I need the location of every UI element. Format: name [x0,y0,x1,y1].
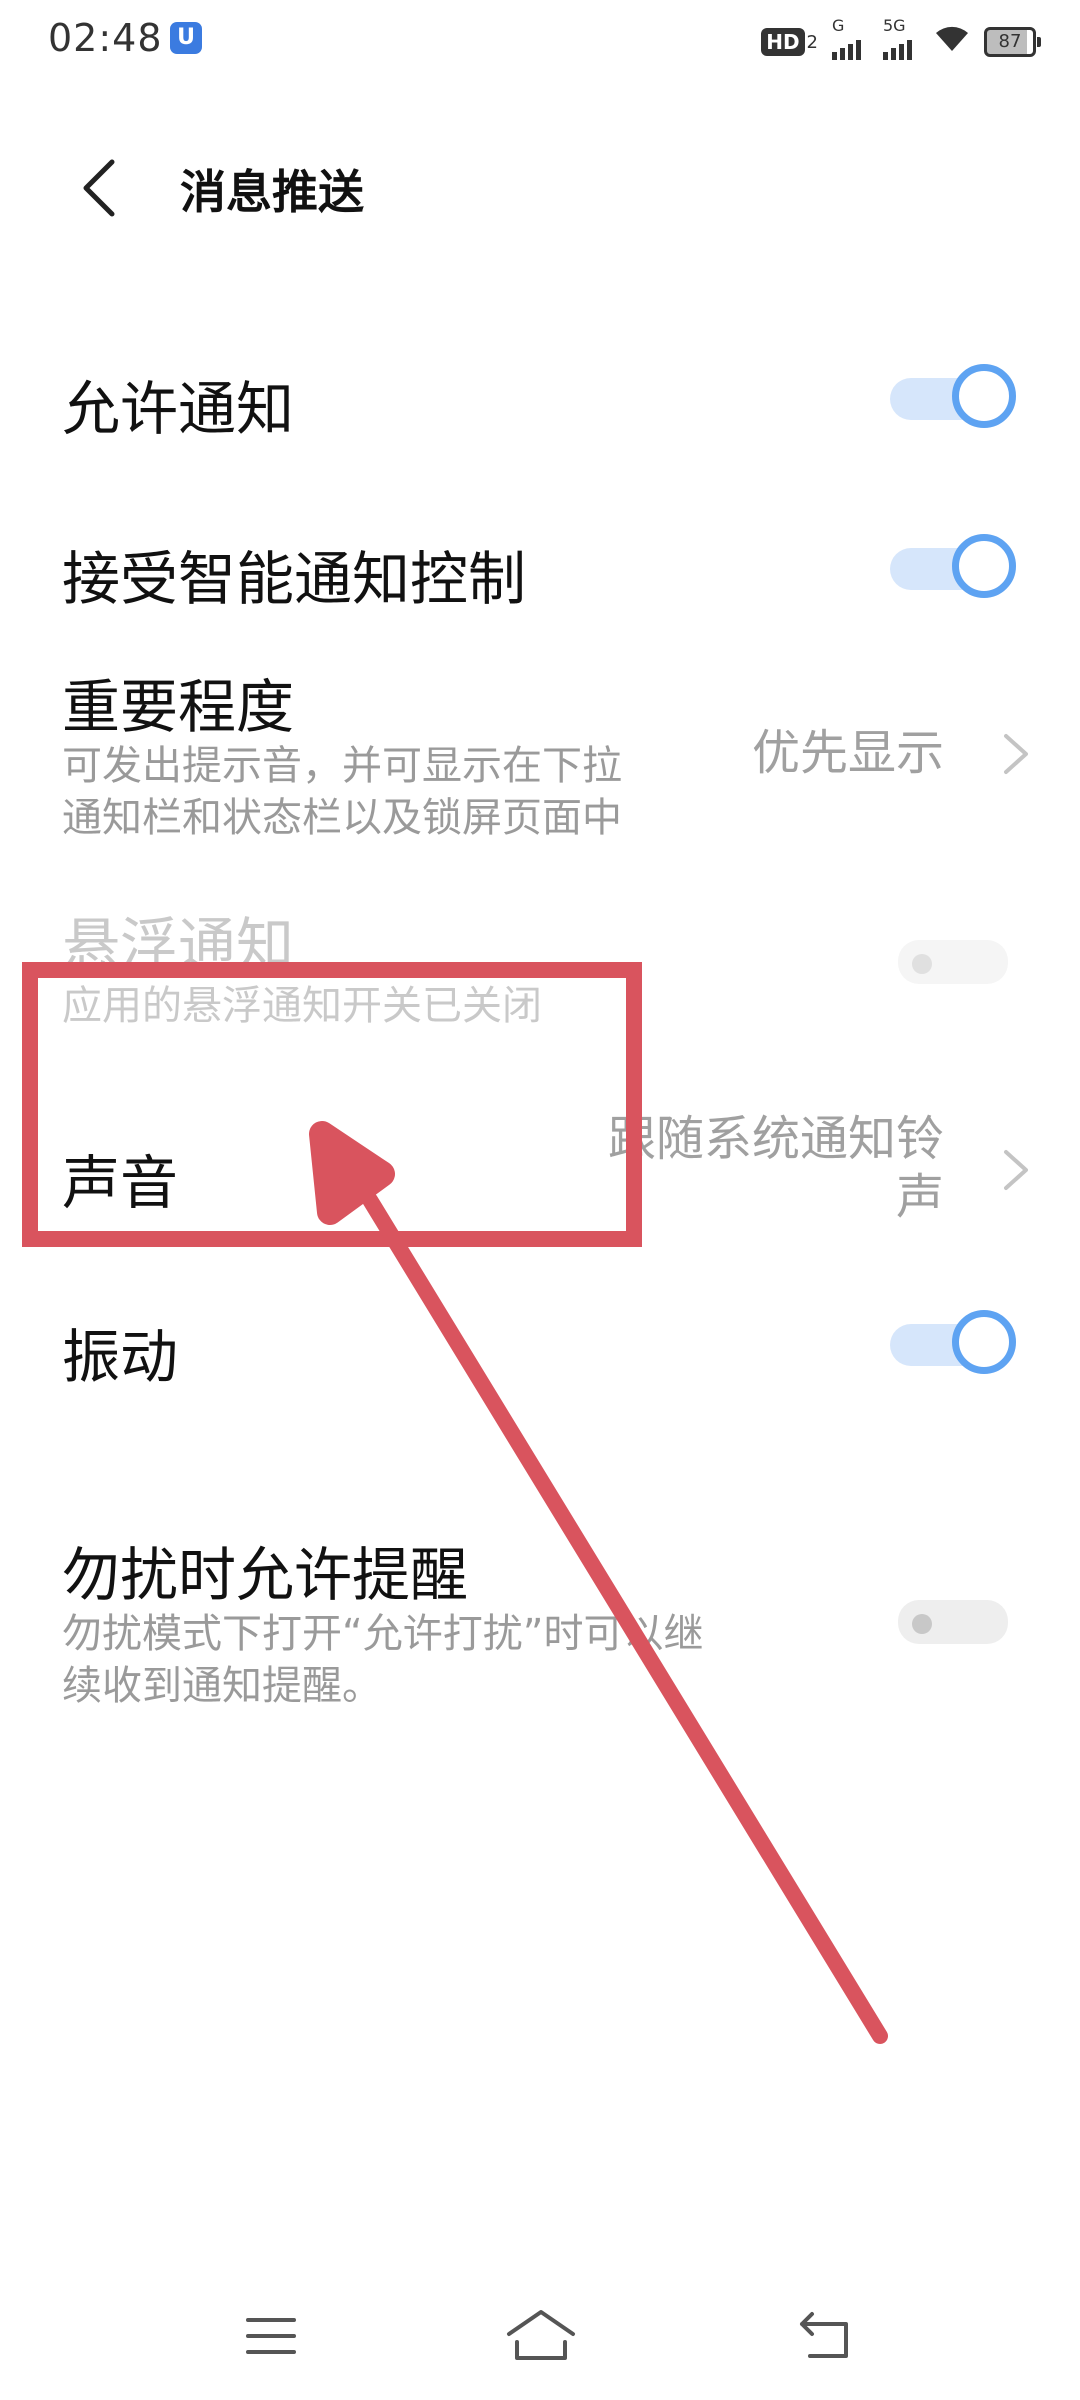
row-title: 重要程度 [62,673,295,741]
status-bar: 02:48 U HD 2 G 5G 87 [0,0,1080,84]
chevron-right-icon [998,1148,1034,1190]
status-icons: HD 2 G 5G 87 [761,16,1041,64]
home-icon[interactable] [503,2300,575,2370]
importance-value: 优先显示 [751,725,944,781]
sound-value: 跟随系统通知铃 声 [608,1110,944,1226]
wifi-icon [934,23,970,61]
battery-icon: 87 [984,27,1041,57]
menu-icon[interactable] [236,2300,306,2370]
signal-icon-2: 5G [883,16,920,60]
signal-type-label: 5G [883,16,906,35]
row-title: 勿扰时允许提醒 [62,1541,469,1609]
navigation-bar [0,2270,1080,2400]
back-arrow-icon[interactable] [78,158,122,217]
desc-line: 勿扰模式下打开“允许打扰”时可以继 [62,1611,704,1657]
vibration-toggle[interactable] [890,1310,1016,1374]
signal-type-label: G [832,16,845,35]
back-icon[interactable] [790,2300,860,2370]
value-line: 声 [895,1169,944,1225]
hd-voice-icon: HD [761,28,805,56]
value-line: 跟随系统通知铃 [607,1111,944,1167]
row-description: 勿扰模式下打开“允许打扰”时可以继 续收到通知提醒。 [62,1608,862,1712]
desc-line: 可发出提示音，并可显示在下拉 [62,743,622,789]
desc-line: 续收到通知提醒。 [62,1663,382,1709]
allow-notifications-toggle[interactable] [890,364,1016,428]
annotation-highlight-box [22,962,642,1247]
page-title: 消息推送 [180,165,364,219]
hd-voice-sub: 2 [806,31,818,53]
row-title: 接受智能通知控制 [62,545,527,613]
chevron-right-icon [998,732,1034,774]
alarm-app-icon: U [170,22,202,54]
row-title: 振动 [62,1323,179,1391]
status-time: 02:48 [48,16,163,60]
row-title: 允许通知 [62,375,295,443]
signal-icon-1: G [832,16,869,60]
floating-notification-toggle [886,930,1008,994]
desc-line: 通知栏和状态栏以及锁屏页面中 [62,795,622,841]
row-description: 可发出提示音，并可显示在下拉 通知栏和状态栏以及锁屏页面中 [62,740,702,844]
smart-notification-toggle[interactable] [890,534,1016,598]
dnd-reminder-toggle[interactable] [886,1590,1008,1654]
